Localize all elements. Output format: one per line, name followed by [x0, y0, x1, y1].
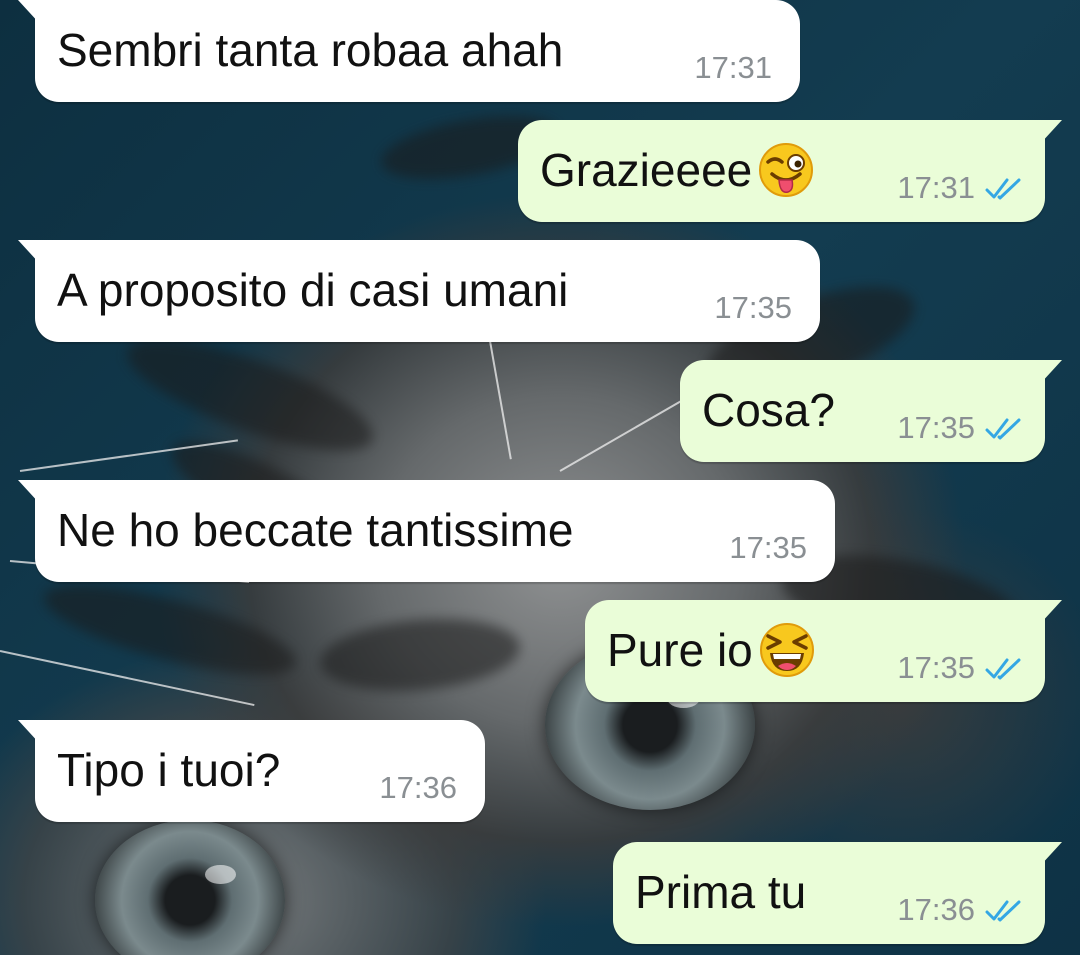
message-text: Grazieeee [540, 142, 814, 202]
message-timestamp: 17:36 [379, 770, 457, 805]
message-timestamp: 17:35 [714, 290, 792, 325]
message-text: Prima tu [635, 866, 807, 918]
read-double-check-icon [985, 658, 1021, 680]
message-bubble-outgoing[interactable]: Pure io 17:35 [585, 600, 1062, 702]
chat-screen: Sembri tanta robaa ahah 17:31 Grazieeee … [0, 0, 1080, 955]
message-text: Pure io [607, 622, 815, 682]
message-bubble-incoming[interactable]: Sembri tanta robaa ahah 17:31 [18, 0, 800, 102]
winking-face-with-tongue-emoji [759, 142, 814, 197]
grinning-squinting-face-emoji [759, 622, 814, 677]
read-double-check-icon [985, 900, 1021, 922]
read-double-check-icon [985, 418, 1021, 440]
message-bubble-incoming[interactable]: Ne ho beccate tantissime 17:35 [18, 480, 835, 582]
message-timestamp: 17:35 [729, 530, 807, 565]
message-text: Sembri tanta robaa ahah [57, 24, 564, 76]
message-bubble-incoming[interactable]: Tipo i tuoi? 17:36 [18, 720, 485, 822]
message-text: Tipo i tuoi? [57, 744, 281, 796]
message-timestamp: 17:36 [897, 892, 975, 927]
message-bubble-outgoing[interactable]: Prima tu 17:36 [613, 842, 1062, 944]
message-text: A proposito di casi umani [57, 264, 569, 316]
message-timestamp: 17:35 [897, 650, 975, 685]
message-bubble-outgoing[interactable]: Grazieeee 17:31 [518, 120, 1062, 222]
message-timestamp: 17:31 [897, 170, 975, 205]
message-bubble-outgoing[interactable]: Cosa? 17:35 [680, 360, 1062, 462]
message-text: Cosa? [702, 384, 835, 436]
cat-eye-right [95, 820, 285, 955]
read-double-check-icon [985, 178, 1021, 200]
message-timestamp: 17:35 [897, 410, 975, 445]
message-timestamp: 17:31 [694, 50, 772, 85]
message-bubble-incoming[interactable]: A proposito di casi umani 17:35 [18, 240, 820, 342]
message-text: Ne ho beccate tantissime [57, 504, 574, 556]
